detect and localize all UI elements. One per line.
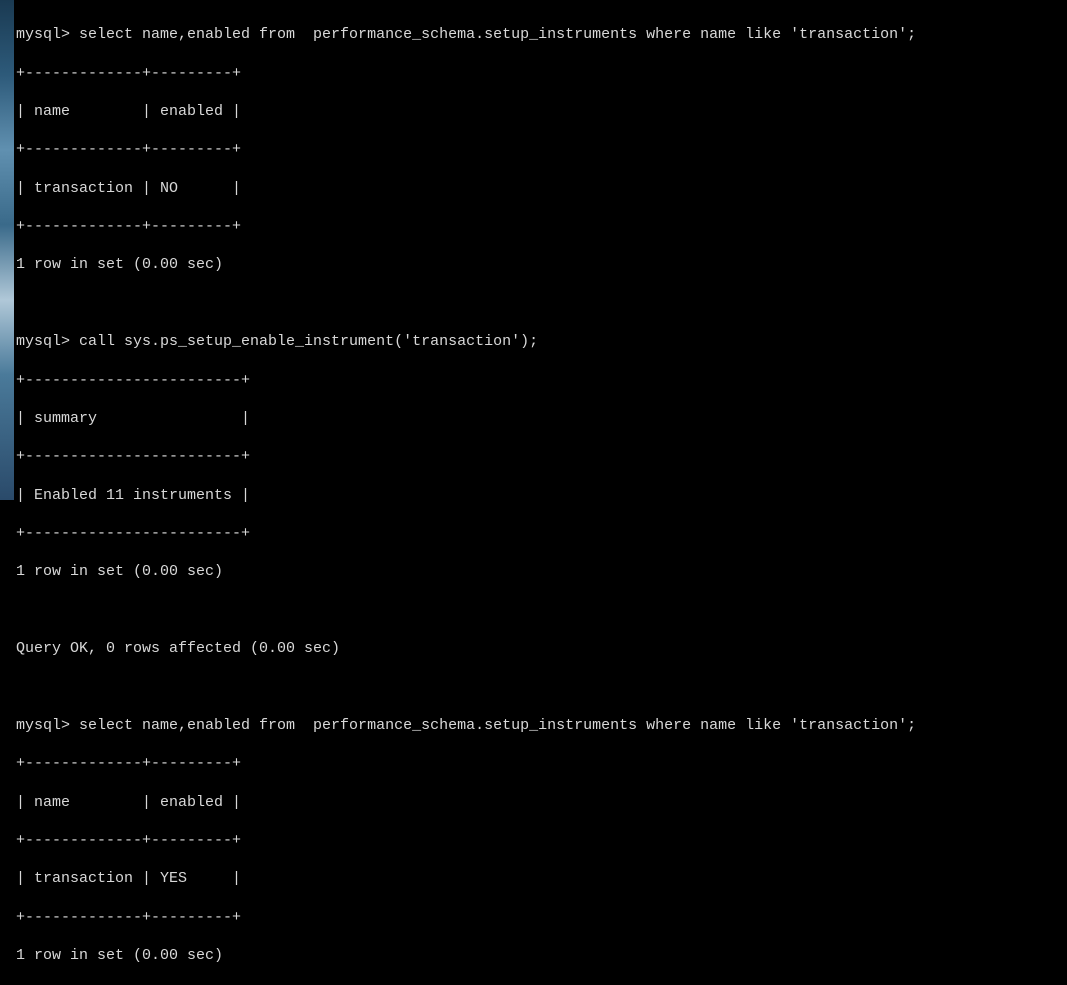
mysql-prompt: mysql> [16,717,79,734]
table-border: +-------------+---------+ [16,831,1065,850]
sql-query-3: select name,enabled from performance_sch… [79,717,916,734]
blank-line [16,678,1065,697]
table-border: +-------------+---------+ [16,217,1065,236]
result-summary-3: 1 row in set (0.00 sec) [16,946,1065,965]
table-border: +-------------+---------+ [16,908,1065,927]
table-border: +-------------+---------+ [16,754,1065,773]
table-header-row: | summary | [16,409,1065,428]
table-data-row: | transaction | YES | [16,869,1065,888]
window-edge-decoration [0,0,14,500]
query-status: Query OK, 0 rows affected (0.00 sec) [16,639,1065,658]
table-border: +------------------------+ [16,447,1065,466]
table-data-row: | Enabled 11 instruments | [16,486,1065,505]
blank-line [16,294,1065,313]
table-border: +-------------+---------+ [16,64,1065,83]
mysql-terminal[interactable]: mysql> select name,enabled from performa… [14,0,1067,500]
table-header-row: | name | enabled | [16,793,1065,812]
result-summary-2: 1 row in set (0.00 sec) [16,562,1065,581]
mysql-prompt: mysql> [16,333,79,350]
table-border: +------------------------+ [16,524,1065,543]
prompt-line-3: mysql> select name,enabled from performa… [16,716,1065,735]
table-border: +-------------+---------+ [16,140,1065,159]
prompt-line-1: mysql> select name,enabled from performa… [16,25,1065,44]
sql-query-2: call sys.ps_setup_enable_instrument('tra… [79,333,538,350]
table-border: +------------------------+ [16,371,1065,390]
table-data-row: | transaction | NO | [16,179,1065,198]
result-summary-1: 1 row in set (0.00 sec) [16,255,1065,274]
sql-query-1: select name,enabled from performance_sch… [79,26,916,43]
table-header-row: | name | enabled | [16,102,1065,121]
blank-line [16,601,1065,620]
mysql-prompt: mysql> [16,26,79,43]
prompt-line-2: mysql> call sys.ps_setup_enable_instrume… [16,332,1065,351]
